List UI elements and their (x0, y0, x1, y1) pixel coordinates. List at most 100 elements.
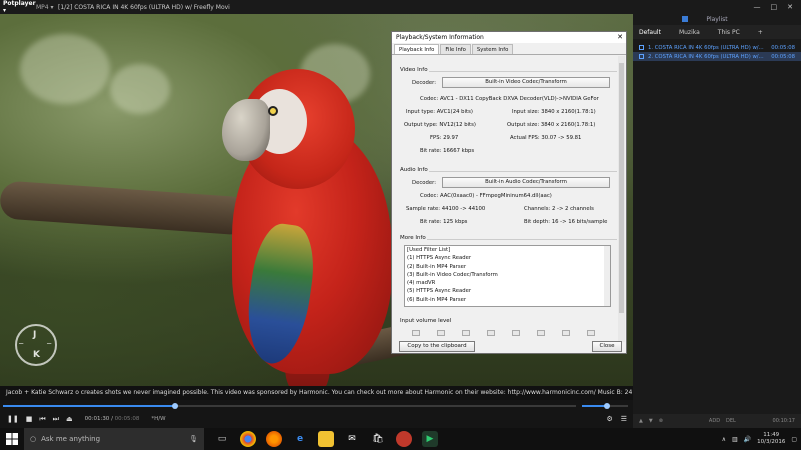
playlist-delete-icon[interactable]: ⊗ (659, 418, 663, 424)
dialog-body: Video Info Decoder: Built-in Video Codec… (394, 56, 618, 342)
system-tray: ∧ ▥ 🔊 11:49 10/3/2016 ▢ (722, 432, 801, 446)
list-item: (5) HTTPS Async Reader (407, 288, 472, 295)
volume-level-box (512, 330, 520, 336)
next-icon[interactable]: ⏭ (53, 415, 59, 424)
playlist-close-icon[interactable] (682, 16, 688, 22)
video-fps: FPS: 29.97 (430, 135, 459, 141)
dialog-scrollbar[interactable] (618, 56, 625, 342)
volume-handle[interactable] (604, 403, 611, 409)
clock[interactable]: 11:49 10/3/2016 (757, 432, 785, 446)
window-title: [1/2] COSTA RICA IN 4K 60fps (ULTRA HD) … (58, 3, 230, 11)
current-time: 00:01:30 (84, 416, 110, 422)
tab-system-info[interactable]: System Info (471, 44, 514, 54)
volume-icon[interactable]: 🔊 (744, 436, 751, 443)
potplayer-window: Potplayer ▾ MP4 ▾ [1/2] COSTA RICA IN 4K… (0, 0, 801, 450)
microphone-icon[interactable]: 🎙 (189, 435, 198, 443)
list-item: (6) Built-in MP4 Parser (407, 296, 467, 303)
playlist-item-checkbox[interactable] (639, 45, 644, 50)
playlist-title: Playlist (706, 16, 728, 23)
playlist-move-up-icon[interactable]: ▲ (639, 418, 643, 424)
format-menu-button[interactable]: MP4 ▾ (36, 4, 58, 11)
audio-decoder-button[interactable]: Built-in Audio Codec/Transform (442, 177, 610, 188)
tab-default[interactable]: Default (639, 29, 661, 36)
volume-level-box (437, 330, 445, 336)
task-view-icon[interactable]: ▭ (214, 431, 230, 447)
playlist-item[interactable]: 2. COSTA RICA IN 4K 60fps (ULTRA HD) w/.… (633, 52, 801, 61)
app-icon[interactable] (396, 431, 412, 447)
total-time: 00:05:08 (114, 416, 140, 422)
tab-this-pc[interactable]: This PC (718, 29, 740, 36)
volume-level-box (562, 330, 570, 336)
playlist-item-checkbox[interactable] (639, 54, 644, 59)
store-icon[interactable]: 🛍 (370, 431, 386, 447)
scrollbar-thumb[interactable] (619, 63, 624, 313)
edge-icon[interactable]: e (292, 431, 308, 447)
bokeh-light (20, 34, 110, 104)
video-input-type: Input type: AVC1(24 bits) (406, 109, 473, 115)
app-menu-button[interactable]: Potplayer ▾ (0, 0, 36, 14)
dialog-close-icon[interactable]: ✕ (617, 33, 623, 41)
network-icon[interactable]: ▥ (732, 436, 738, 443)
notifications-icon[interactable]: ▢ (791, 436, 797, 443)
playlist-item[interactable]: 1. COSTA RICA IN 4K 60fps (ULTRA HD) w/.… (633, 43, 801, 52)
audio-info-label: Audio Info (399, 167, 429, 173)
time-display[interactable]: 00:01:30 / 00:05:08 (85, 416, 140, 422)
audio-decoder-label: Decoder: (412, 180, 436, 186)
close-button[interactable]: ✕ (787, 3, 793, 11)
tab-playback-info[interactable]: Playback Info (394, 44, 440, 54)
playlist-item-name: 1. COSTA RICA IN 4K 60fps (ULTRA HD) w/.… (648, 44, 764, 51)
minimize-button[interactable]: — (754, 3, 761, 11)
pause-icon[interactable]: ❚❚ (7, 415, 19, 423)
dialog-title-bar[interactable]: Playback/System Information ✕ (392, 32, 626, 43)
add-tab-button[interactable]: + (758, 29, 763, 36)
previous-icon[interactable]: ⏮ (39, 415, 45, 424)
hw-decoding-indicator[interactable]: *H/W (151, 416, 165, 422)
file-explorer-icon[interactable] (318, 431, 334, 447)
playlist-toolbar: ▲ ▼ ⊗ ADD DEL 00:10:17 (633, 414, 801, 428)
seek-handle[interactable] (171, 403, 178, 409)
playlist-move-down-icon[interactable]: ▼ (649, 418, 653, 424)
playlist-header: Playlist (633, 14, 801, 25)
seek-bar[interactable] (3, 403, 576, 409)
parrot-eye (268, 106, 278, 116)
playlist-add-button[interactable]: ADD (709, 418, 720, 424)
audio-bitrate: Bit rate: 125 kbps (420, 219, 468, 225)
eject-icon[interactable]: ⏏ (66, 415, 73, 423)
list-item: (4) madVR (407, 280, 436, 287)
settings-icon[interactable]: ⚙ (606, 415, 612, 423)
list-item: (2) Built-in MP4 Parser (407, 263, 467, 270)
input-volume-label: Input volume level (399, 318, 453, 324)
copy-to-clipboard-button[interactable]: Copy to the clipboard (399, 341, 475, 352)
jk-watermark-logo: J K ─ ─ (15, 324, 57, 366)
playlist-item-duration: 00:05:08 (771, 53, 795, 60)
playlist-del-button[interactable]: DEL (726, 418, 736, 424)
video-decoder-button[interactable]: Built-in Video Codec/Transform (442, 77, 610, 88)
windows-logo-icon (6, 433, 18, 445)
subtitle-text: Jacob + Katie Schwarz o creates shots we… (0, 386, 633, 400)
video-output-size: Output size: 3840 x 2160(1.78:1) (507, 122, 596, 128)
playlist-item-duration: 00:05:08 (771, 44, 795, 51)
volume-slider[interactable] (582, 403, 628, 409)
listbox-scrollbar[interactable] (604, 246, 610, 306)
playlist-toggle-icon[interactable]: ☰ (621, 415, 627, 423)
tab-muzika[interactable]: Muzika (679, 29, 700, 36)
filter-list-box[interactable]: [Used Filter List] (1) HTTPS Async Reade… (404, 245, 611, 307)
volume-level-box (537, 330, 545, 336)
tab-file-info[interactable]: File Info (440, 44, 471, 54)
stop-icon[interactable]: ■ (26, 415, 33, 423)
audio-codec: Codec: AAC(0xaac0) - FFmpegMininum64.dll… (420, 193, 552, 199)
volume-level-box (487, 330, 495, 336)
start-button[interactable] (0, 428, 24, 450)
potplayer-icon[interactable]: ▶ (422, 431, 438, 447)
firefox-icon[interactable] (266, 431, 282, 447)
bokeh-light (110, 64, 170, 114)
mail-icon[interactable]: ✉ (344, 431, 360, 447)
more-info-label: More Info (399, 235, 427, 241)
chrome-icon[interactable] (240, 431, 256, 447)
video-decoder-label: Decoder: (412, 80, 436, 86)
maximize-button[interactable]: □ (771, 3, 778, 11)
taskbar-search[interactable]: ○ Ask me anything 🎙 (24, 428, 204, 450)
chevron-up-icon[interactable]: ∧ (722, 436, 726, 443)
dialog-close-button[interactable]: Close (592, 341, 622, 352)
windows-taskbar: ○ Ask me anything 🎙 ▭ e ✉ 🛍 ▶ ∧ ▥ 🔊 11:4… (0, 428, 801, 450)
